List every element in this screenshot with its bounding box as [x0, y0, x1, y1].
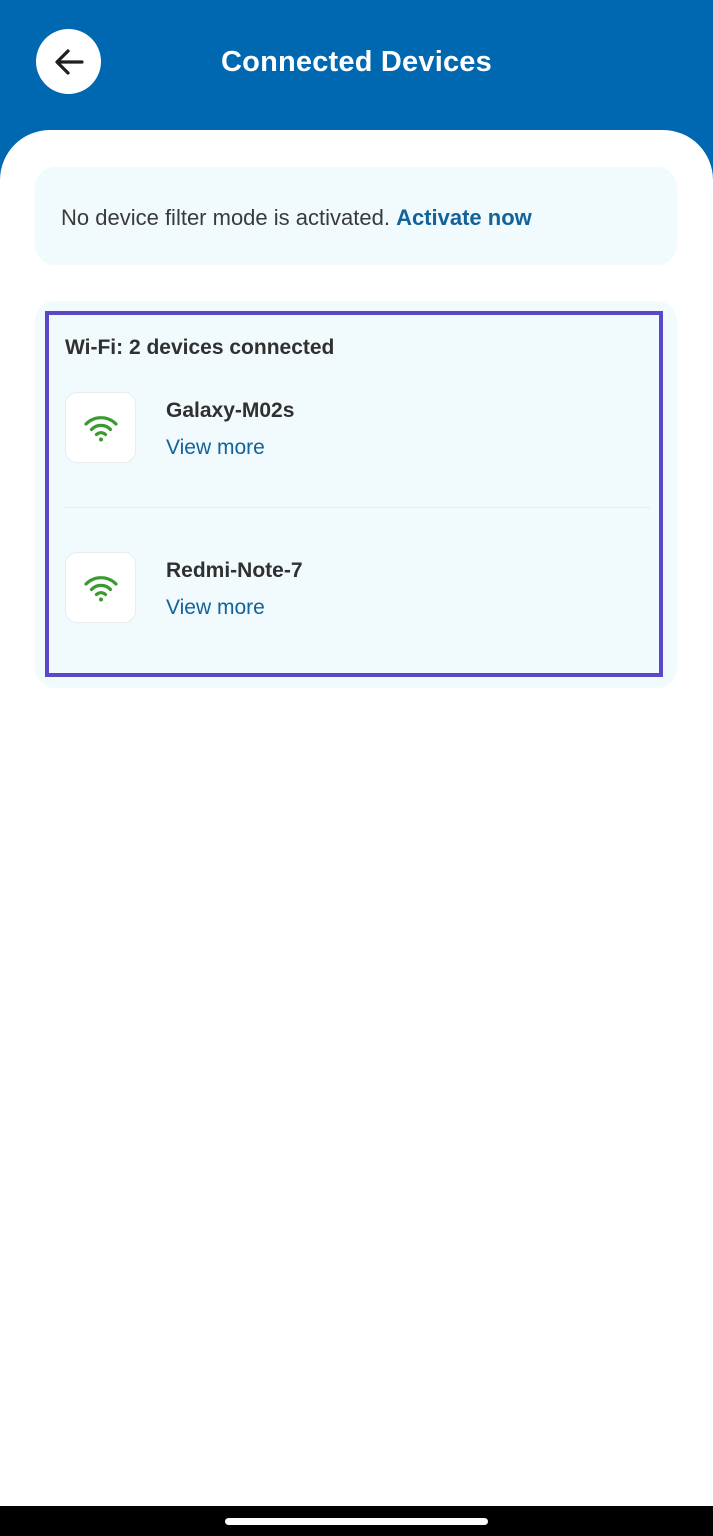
device-icon-box: [65, 552, 136, 623]
device-name: Galaxy-M02s: [166, 399, 295, 422]
filter-status-message: No device filter mode is activated.: [61, 205, 390, 230]
view-more-link[interactable]: View more: [166, 434, 265, 462]
device-name: Redmi-Note-7: [166, 559, 303, 582]
filter-banner-text: No device filter mode is activated. Acti…: [61, 204, 532, 232]
page-title: Connected Devices: [221, 46, 492, 78]
device-filter-banner: No device filter mode is activated. Acti…: [35, 167, 677, 265]
wifi-icon: [83, 575, 118, 601]
wifi-section-title: Wi-Fi: 2 devices connected: [65, 336, 335, 359]
device-icon-box: [65, 392, 136, 463]
view-more-link[interactable]: View more: [166, 594, 265, 622]
activate-now-link[interactable]: Activate now: [396, 205, 532, 230]
device-item[interactable]: Redmi-Note-7 View more: [65, 552, 650, 642]
device-item[interactable]: Galaxy-M02s View more: [65, 392, 650, 482]
home-indicator[interactable]: [225, 1518, 488, 1525]
device-divider: [65, 507, 650, 508]
wifi-icon: [83, 415, 118, 441]
